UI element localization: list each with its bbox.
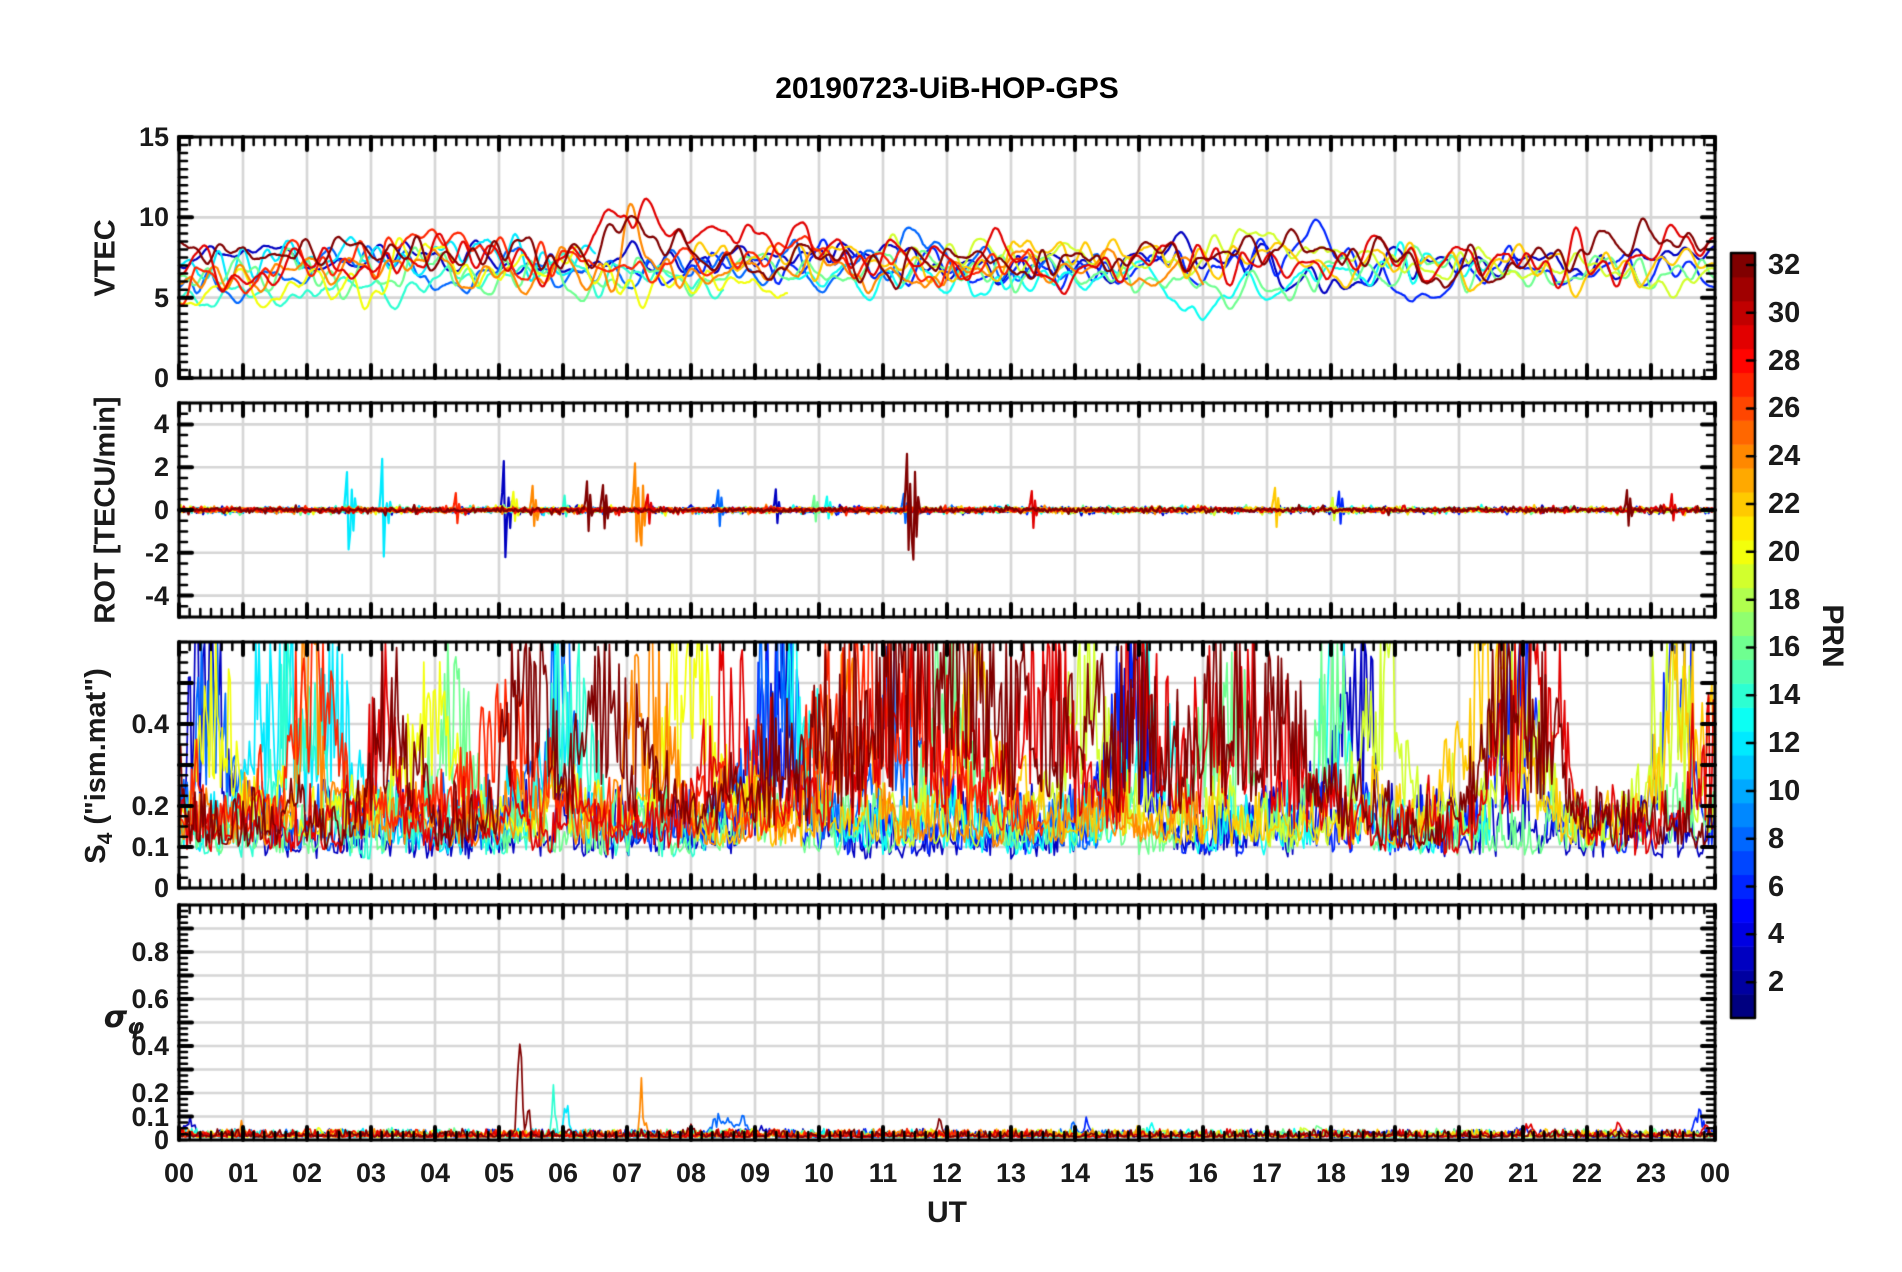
- y-tick-label: 4: [153, 409, 169, 440]
- colorbar-tick-label: 22: [1768, 488, 1801, 521]
- colorbar-tick-label: 10: [1768, 774, 1801, 807]
- colorbar-tick-label: 14: [1768, 679, 1801, 712]
- y-tick-label: 15: [138, 122, 169, 152]
- colorbar-tick-label: 18: [1768, 583, 1801, 616]
- colorbar-tick-label: 6: [1768, 870, 1785, 903]
- x-tick-label: 08: [675, 1158, 707, 1188]
- y-tick-label: 5: [153, 282, 169, 313]
- x-tick-label: 02: [291, 1158, 323, 1188]
- colorbar-tick-label: 26: [1768, 392, 1801, 425]
- figure: 20190723-UiB-HOP-GPS VTEC ROT [TECU/min]…: [0, 0, 1902, 1272]
- x-tick-label: 19: [1379, 1158, 1411, 1188]
- colorbar-tick-label: 32: [1768, 248, 1801, 281]
- x-tick-label: 09: [739, 1158, 771, 1188]
- y-tick-label: 0.2: [131, 791, 169, 821]
- y-tick-label: 0.4: [131, 709, 169, 739]
- colorbar-tick-label: 12: [1768, 727, 1801, 760]
- colorbar-tick-label: 2: [1768, 966, 1785, 999]
- x-tick-label: 06: [547, 1158, 579, 1188]
- y-tick-label: 0.4: [131, 1031, 169, 1061]
- colorbar-tick-label: 16: [1768, 631, 1801, 664]
- y-tick-label: -2: [144, 537, 169, 568]
- x-tick-label: 13: [995, 1158, 1027, 1188]
- x-tick-label: 22: [1571, 1158, 1603, 1188]
- colorbar-tick-label: 28: [1768, 344, 1801, 377]
- x-tick-label: 20: [1443, 1158, 1475, 1188]
- y-tick-label: 10: [138, 202, 169, 233]
- x-tick-label: 10: [803, 1158, 835, 1188]
- x-tick-label: 03: [355, 1158, 387, 1188]
- x-tick-label: 01: [227, 1158, 259, 1188]
- x-tick-label: 12: [931, 1158, 963, 1188]
- y-tick-label: 0: [153, 363, 169, 393]
- y-tick-label: -4: [144, 580, 169, 611]
- x-tick-label: 18: [1315, 1158, 1347, 1188]
- x-tick-label: 04: [419, 1158, 451, 1188]
- colorbar-tick-label: 8: [1768, 822, 1785, 855]
- colorbar-tick-label: 4: [1768, 918, 1785, 951]
- x-tick-label: 23: [1635, 1158, 1667, 1188]
- y-tick-label: 2: [153, 452, 169, 483]
- y-tick-label: 0.1: [131, 832, 169, 862]
- chart-title: 20190723-UiB-HOP-GPS: [775, 72, 1119, 105]
- y-tick-label: 0: [153, 495, 169, 525]
- x-tick-label: 05: [483, 1158, 515, 1188]
- x-tick-label: 07: [611, 1158, 643, 1188]
- x-tick-label: 15: [1123, 1158, 1155, 1188]
- x-tick-label: 14: [1059, 1158, 1091, 1188]
- x-tick-label: 00: [1699, 1158, 1731, 1188]
- y-tick-label: 0.6: [131, 984, 169, 1014]
- colorbar-tick-label: 30: [1768, 296, 1801, 329]
- y-tick-label: 0: [153, 873, 169, 903]
- colorbar-tick-label: 24: [1768, 440, 1801, 473]
- x-tick-label: 17: [1251, 1158, 1283, 1188]
- x-tick-label: 11: [868, 1158, 898, 1188]
- x-axis-label: UT: [927, 1196, 967, 1229]
- x-tick-label: 16: [1187, 1158, 1219, 1188]
- y-tick-label: 0.2: [131, 1078, 169, 1108]
- x-tick-label: 21: [1507, 1158, 1539, 1188]
- x-tick-label: 00: [163, 1158, 195, 1188]
- colorbar-tick-label: 20: [1768, 535, 1801, 568]
- plot-canvas: [0, 0, 1902, 1272]
- y-tick-label: 0.8: [131, 937, 169, 967]
